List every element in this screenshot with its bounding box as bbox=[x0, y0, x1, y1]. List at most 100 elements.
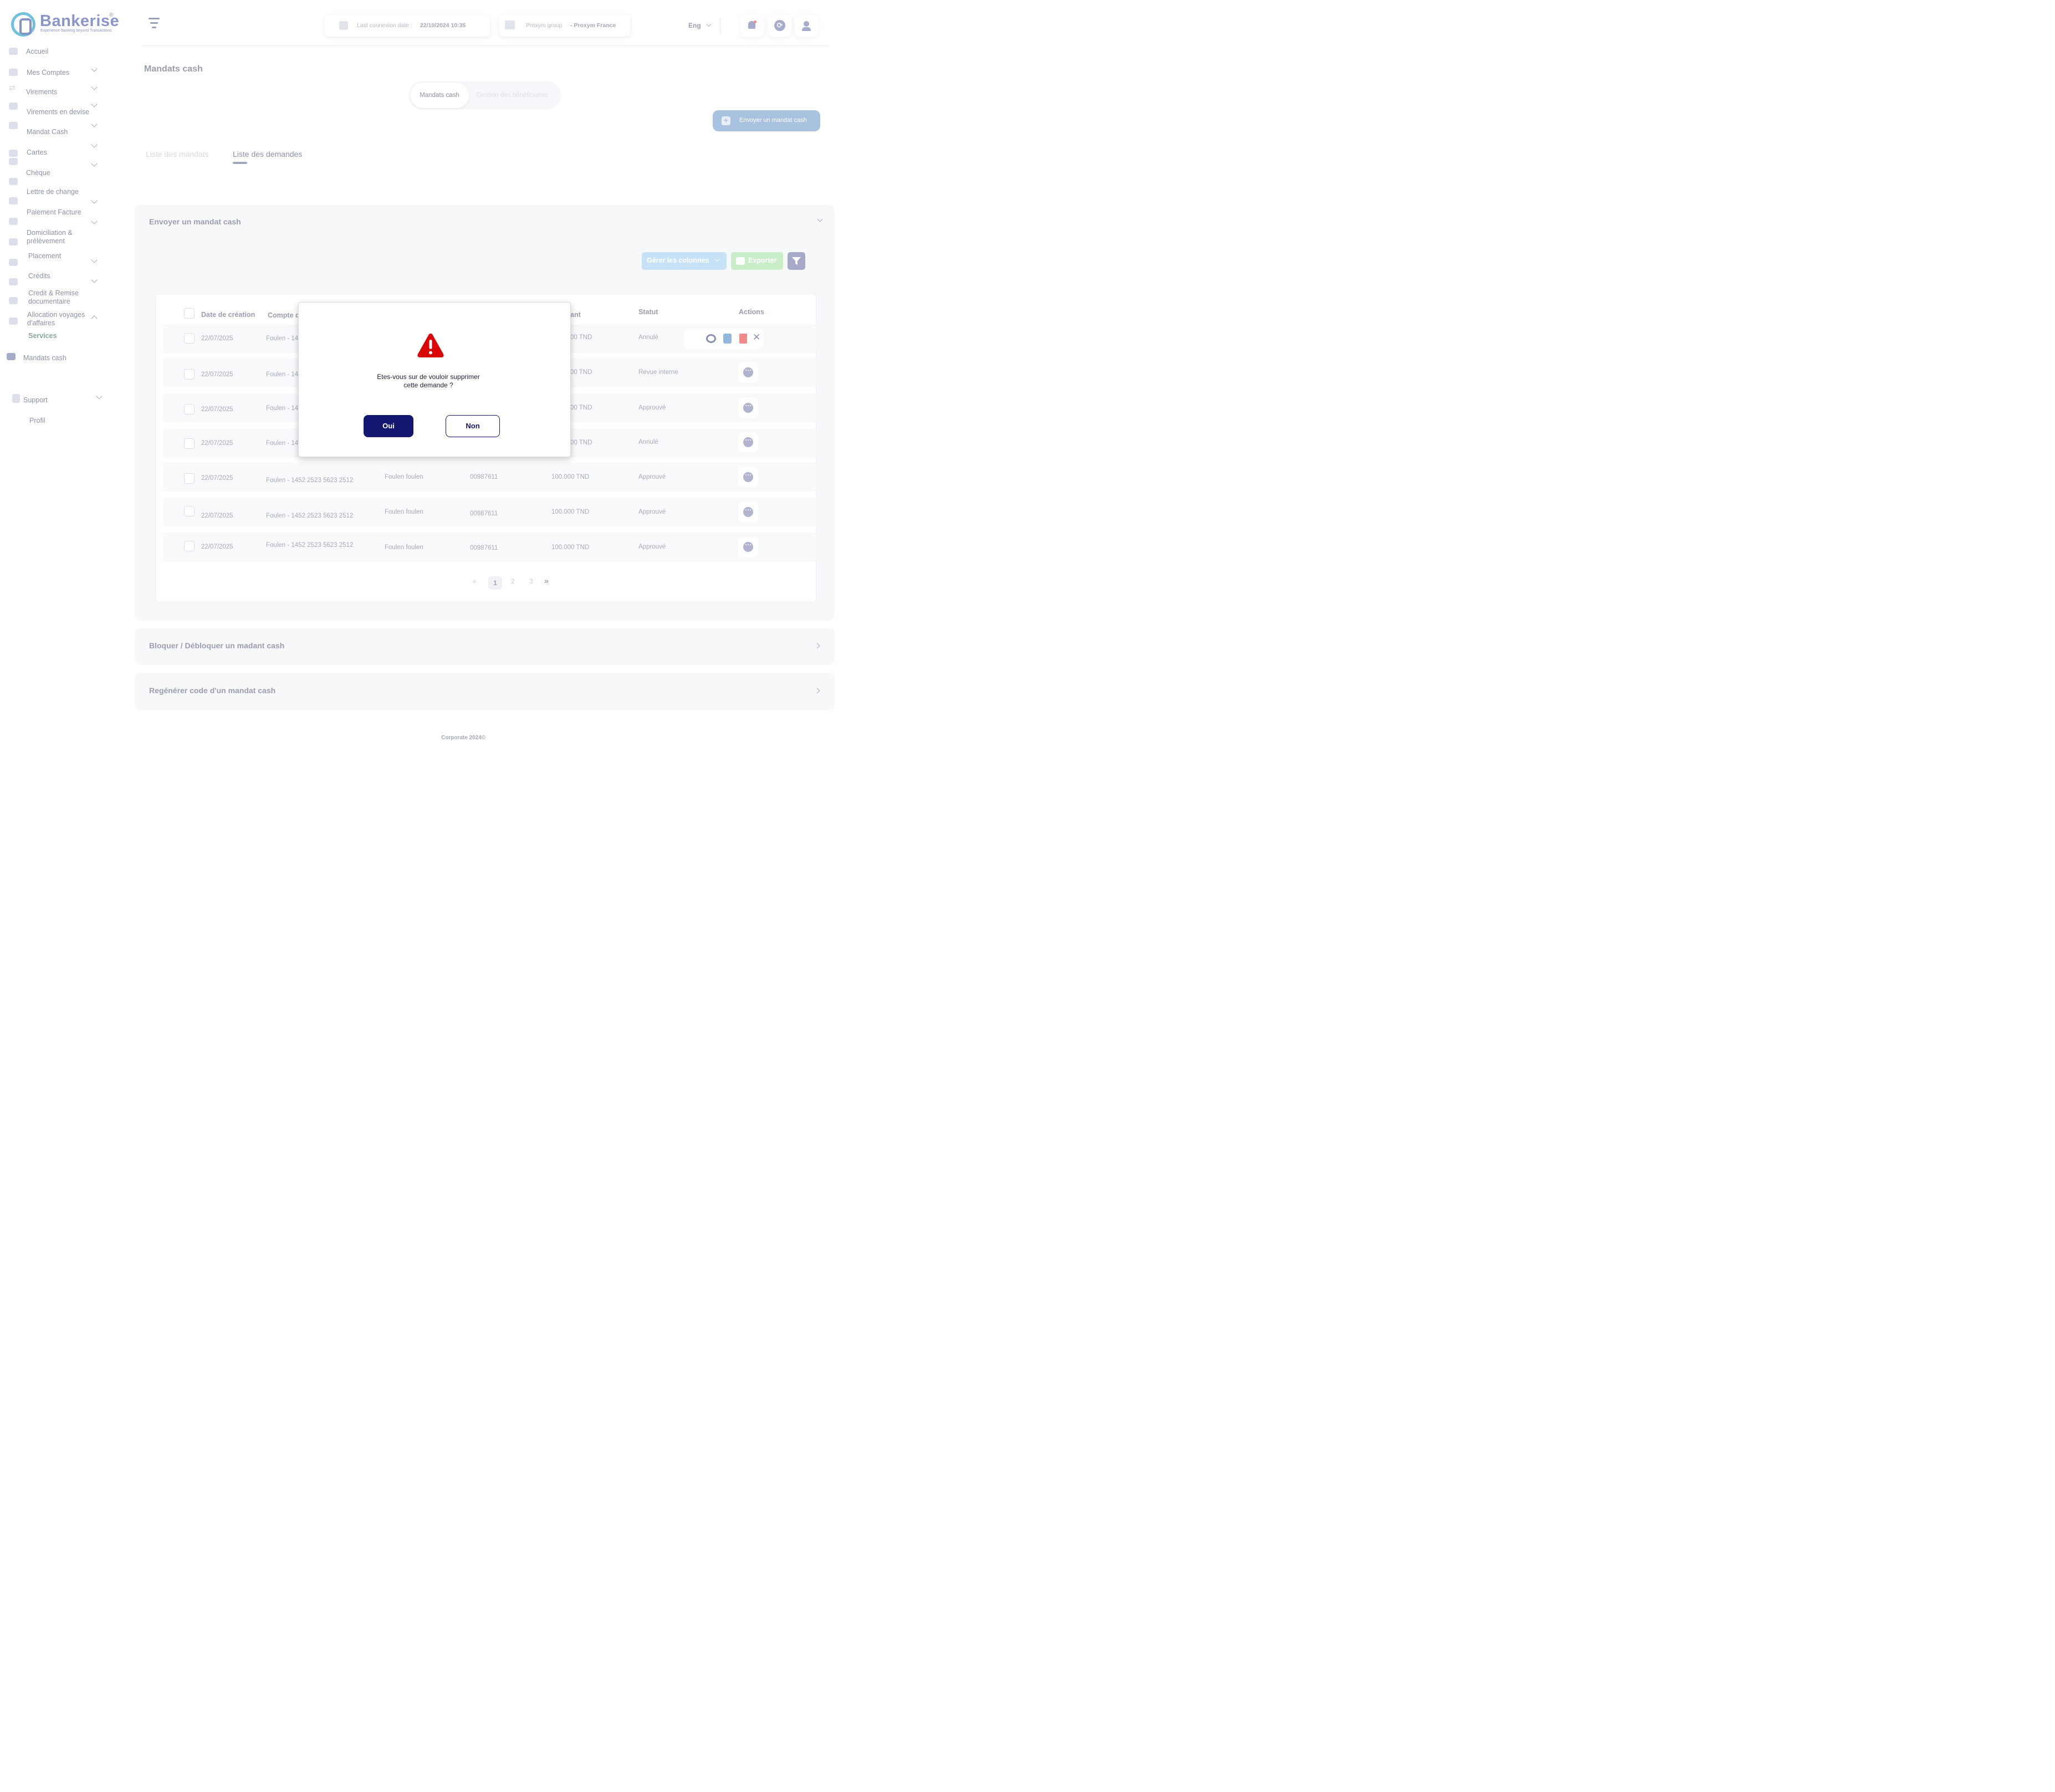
document-icon bbox=[9, 278, 18, 285]
mail-icon bbox=[7, 353, 16, 360]
cell-code: 00987611 bbox=[470, 474, 498, 480]
calendar-icon bbox=[339, 21, 348, 30]
select-all-checkbox[interactable] bbox=[184, 308, 195, 319]
cell-statut: Approuvé bbox=[638, 474, 666, 480]
pagination-page-3[interactable]: 3 bbox=[529, 577, 533, 585]
more-icon bbox=[743, 541, 753, 552]
chevron-right-icon bbox=[814, 688, 820, 694]
cell-compte: Foulen - 14 bbox=[266, 335, 299, 342]
cell-compte: Foulen - 14 bbox=[266, 440, 299, 447]
refresh-button[interactable]: ⟳ bbox=[768, 14, 791, 37]
send-mandat-button[interactable]: + Envoyer un mandat cash bbox=[713, 110, 820, 131]
cell-montant: 00 TND bbox=[570, 405, 592, 411]
row-actions-button[interactable] bbox=[738, 432, 758, 452]
delete-icon[interactable] bbox=[739, 334, 747, 344]
segment-mandats-cash[interactable]: Mandats cash bbox=[410, 83, 469, 108]
cell-montant: 00 TND bbox=[570, 334, 592, 341]
cell-statut: Annulé bbox=[638, 334, 658, 341]
more-icon bbox=[743, 506, 753, 517]
active-tab-indicator bbox=[233, 162, 247, 164]
col-date-creation[interactable]: Date de création bbox=[201, 311, 255, 319]
dialog-message: Etes-vous sur de vouloir supprimer cette… bbox=[354, 373, 503, 389]
row-actions-button[interactable] bbox=[738, 502, 758, 522]
page-title: Mandats cash bbox=[144, 64, 203, 74]
close-icon[interactable]: ✕ bbox=[753, 332, 760, 343]
language-selector[interactable]: Eng bbox=[688, 22, 712, 29]
cell-statut: Approuvé bbox=[638, 405, 666, 411]
manage-columns-button[interactable]: Gérer les colonnes bbox=[642, 252, 727, 270]
folder-icon bbox=[9, 69, 18, 76]
row-actions-button[interactable] bbox=[738, 467, 758, 487]
plane-icon bbox=[9, 297, 18, 304]
cell-statut: Approuvé bbox=[638, 509, 666, 515]
col-actions: Actions bbox=[739, 308, 764, 316]
document-check-icon[interactable] bbox=[723, 334, 732, 344]
profile-button[interactable] bbox=[795, 14, 818, 37]
pagination-prev[interactable]: « bbox=[473, 577, 477, 585]
row-checkbox[interactable] bbox=[184, 506, 195, 516]
company-pill[interactable]: Proxym group - Proxym France bbox=[499, 14, 630, 37]
col-compte[interactable]: Compte d bbox=[268, 311, 300, 319]
accordion-bloquer-title: Bloquer / Débloquer un madant cash bbox=[149, 641, 285, 650]
confirm-yes-button[interactable]: Oui bbox=[364, 415, 413, 437]
pagination-page-2[interactable]: 2 bbox=[511, 577, 515, 585]
warning-icon bbox=[417, 334, 444, 357]
notifications-button[interactable] bbox=[740, 14, 764, 37]
tab-liste-mandats[interactable]: Liste des mandats bbox=[146, 150, 209, 158]
cell-montant: 00 TND bbox=[570, 369, 592, 376]
home-icon bbox=[9, 48, 18, 55]
notification-dot bbox=[754, 21, 756, 23]
menu-toggle-icon[interactable] bbox=[149, 17, 160, 29]
footer-copyright: Corporate 2024© bbox=[441, 735, 486, 741]
row-checkbox[interactable] bbox=[184, 438, 195, 449]
cell-compte: Foulen - 14 bbox=[266, 405, 299, 412]
row-checkbox[interactable] bbox=[184, 404, 195, 414]
dialog-message-line1: Etes-vous sur de vouloir supprimer bbox=[377, 373, 480, 381]
chevron-down-icon bbox=[91, 160, 98, 167]
col-statut[interactable]: Statut bbox=[638, 308, 658, 316]
row-checkbox[interactable] bbox=[184, 473, 195, 484]
last-connexion-pill: Last connexion date : 22/10/2024 10:35 bbox=[325, 14, 490, 37]
chevron-down-icon bbox=[91, 101, 98, 107]
pagination-page-1[interactable]: 1 bbox=[488, 576, 502, 590]
row-checkbox[interactable] bbox=[184, 541, 195, 551]
more-icon bbox=[743, 436, 753, 447]
sync-icon: ⟳ bbox=[774, 20, 785, 31]
export-button[interactable]: Exporter bbox=[731, 252, 783, 270]
cell-montant: 100.000 TND bbox=[551, 544, 590, 551]
segment-gestion-beneficiaires[interactable]: Gestion des bénéficiaires bbox=[477, 81, 548, 109]
header-separator bbox=[142, 45, 829, 46]
chevron-down-icon bbox=[91, 218, 98, 224]
chevron-down-icon bbox=[706, 22, 712, 27]
brand-name: Bankerise bbox=[40, 12, 120, 30]
row-actions-button[interactable] bbox=[738, 362, 758, 382]
row-checkbox[interactable] bbox=[184, 369, 195, 380]
view-icon[interactable] bbox=[706, 334, 716, 343]
col-montant[interactable]: ant bbox=[570, 311, 581, 319]
accordion-bloquer[interactable]: Bloquer / Débloquer un madant cash bbox=[135, 628, 835, 665]
filter-button[interactable] bbox=[788, 252, 805, 270]
delete-confirmation-dialog: Etes-vous sur de vouloir supprimer cette… bbox=[298, 302, 571, 457]
row-actions-button[interactable] bbox=[738, 398, 758, 418]
accordion-regenerer[interactable]: Regénérer code d'un mandat cash bbox=[135, 673, 835, 710]
building-icon bbox=[505, 21, 515, 29]
segment-control: Mandats cash Gestion des bénéficiaires bbox=[409, 81, 561, 109]
cell-beneficiaire: Foulen foulen bbox=[385, 474, 423, 480]
row-checkbox[interactable] bbox=[184, 333, 195, 344]
cell-date: 22/07/2025 bbox=[201, 406, 233, 413]
cell-montant: 100.000 TND bbox=[551, 509, 590, 515]
export-icon bbox=[736, 257, 745, 265]
manage-columns-label: Gérer les colonnes bbox=[647, 257, 709, 264]
cell-date: 22/07/2025 bbox=[201, 544, 233, 550]
confirm-no-button[interactable]: Non bbox=[446, 415, 500, 437]
services-icon bbox=[9, 318, 18, 325]
chart-icon bbox=[9, 238, 18, 245]
send-mandat-label: Envoyer un mandat cash bbox=[739, 117, 807, 124]
cell-date: 22/07/2025 bbox=[201, 371, 233, 378]
cell-date: 22/07/2025 bbox=[201, 335, 233, 342]
panel-title: Envoyer un mandat cash bbox=[149, 217, 241, 226]
brand-logo[interactable]: Bankerise ® Experience Banking beyond Tr… bbox=[11, 12, 120, 38]
row-actions-button[interactable] bbox=[738, 537, 758, 557]
pagination-next[interactable]: » bbox=[544, 576, 549, 585]
tab-liste-demandes[interactable]: Liste des demandes bbox=[233, 150, 302, 158]
